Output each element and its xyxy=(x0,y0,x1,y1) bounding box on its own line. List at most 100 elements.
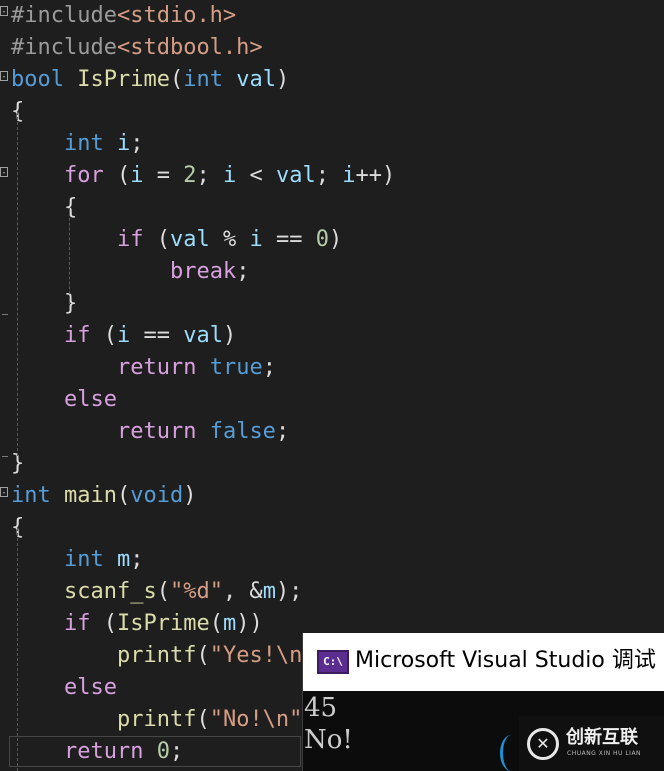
indent-guide xyxy=(17,112,18,456)
code-token: ( xyxy=(90,323,117,348)
code-line-if3[interactable]: if (IsPrime(m)) xyxy=(11,608,263,640)
code-token: void xyxy=(130,483,184,508)
code-token: ( xyxy=(156,579,170,604)
watermark-name: 创新互联 xyxy=(566,727,638,748)
code-token: i xyxy=(222,163,237,188)
code-line-ret1[interactable]: return true; xyxy=(11,352,276,384)
code-line-main[interactable]: int main(void) xyxy=(11,480,196,512)
code-token: ( xyxy=(209,611,223,636)
code-token: < xyxy=(236,163,276,188)
code-token: ; xyxy=(315,163,343,188)
console-app-icon: C:\ xyxy=(317,650,349,674)
code-token: ( xyxy=(169,67,184,92)
code-line-if2[interactable]: if (i == val) xyxy=(11,320,236,352)
code-line-pf2[interactable]: printf("No!\n") xyxy=(11,704,316,736)
code-token: , & xyxy=(222,579,263,604)
watermark-logo-icon: ✕ xyxy=(527,728,559,760)
code-token: m xyxy=(116,547,131,572)
code-token: ( xyxy=(143,227,170,252)
code-token: false xyxy=(209,419,276,444)
indent-guide xyxy=(17,528,18,771)
code-line-decl1[interactable]: int i; xyxy=(11,128,144,160)
code-token: printf xyxy=(116,643,197,668)
code-token: else xyxy=(63,387,117,412)
code-token: ) xyxy=(328,227,343,252)
code-line-ob2[interactable]: { xyxy=(11,192,77,224)
code-line-brk[interactable]: break; xyxy=(11,256,249,288)
code-token: ( xyxy=(103,163,131,188)
code-token: printf xyxy=(116,707,197,732)
code-line-else1[interactable]: else xyxy=(11,384,117,416)
code-line-cb2[interactable]: } xyxy=(11,288,77,320)
console-title: Microsoft Visual Studio 调试 xyxy=(355,648,656,673)
collapse-isprime-icon[interactable]: - xyxy=(0,71,8,82)
code-line-scan[interactable]: scanf_s("%d", &m); xyxy=(11,576,302,608)
code-line-inc2[interactable]: #include<stdbool.h> xyxy=(11,32,263,64)
code-line-else2[interactable]: else xyxy=(11,672,117,704)
console-titlebar[interactable]: C:\ Microsoft Visual Studio 调试 xyxy=(303,633,664,691)
code-line-for1[interactable]: for (i = 2; i < val; i++) xyxy=(11,160,395,192)
current-line-highlight xyxy=(9,736,301,767)
code-line-if1[interactable]: if (val % i == 0) xyxy=(11,224,342,256)
code-token: #include xyxy=(11,3,117,28)
code-token: m xyxy=(262,579,276,604)
code-token: "%d" xyxy=(169,579,223,604)
code-token: break xyxy=(169,259,237,284)
code-line-decl2[interactable]: int m; xyxy=(11,544,144,576)
code-token: "No!\n" xyxy=(209,707,303,732)
code-token: if xyxy=(63,611,91,636)
code-token: true xyxy=(209,355,263,380)
code-token: ; xyxy=(196,163,223,188)
code-token: val xyxy=(275,163,316,188)
code-token: 2 xyxy=(183,163,197,188)
code-token: val xyxy=(183,323,223,348)
code-token: ) xyxy=(275,67,290,92)
code-line-sig1[interactable]: bool IsPrime(int val) xyxy=(11,64,289,96)
code-line-inc1[interactable]: #include<stdio.h> xyxy=(11,0,236,32)
code-token: } xyxy=(11,291,78,316)
collapse-for-icon[interactable]: - xyxy=(0,167,8,178)
code-token: main xyxy=(64,483,117,508)
code-token: i xyxy=(116,131,131,156)
watermark-subtitle: CHUANG XIN HU LIAN xyxy=(567,750,642,757)
code-token: ; xyxy=(275,419,290,444)
code-token: m xyxy=(222,611,237,636)
code-token: <stdbool.h> xyxy=(116,35,263,60)
code-token: )) xyxy=(236,611,263,636)
fold-end-marker xyxy=(2,456,8,457)
code-token: ++) xyxy=(355,163,396,188)
code-token: return xyxy=(116,419,197,444)
code-token: i xyxy=(342,163,356,188)
code-token: int xyxy=(63,547,104,572)
code-line-pf1[interactable]: printf("Yes!\n xyxy=(11,640,302,672)
code-token: ) xyxy=(222,323,237,348)
code-token: if xyxy=(116,227,144,252)
code-token: ( xyxy=(196,643,210,668)
collapse-include-icon[interactable]: - xyxy=(0,6,8,17)
code-token: if xyxy=(63,323,91,348)
code-token: int xyxy=(183,67,223,92)
code-token: int xyxy=(63,131,104,156)
code-token: { xyxy=(11,195,78,220)
code-line-ret2[interactable]: return false; xyxy=(11,416,289,448)
collapse-main-icon[interactable]: - xyxy=(0,487,8,498)
code-token: val xyxy=(236,67,276,92)
